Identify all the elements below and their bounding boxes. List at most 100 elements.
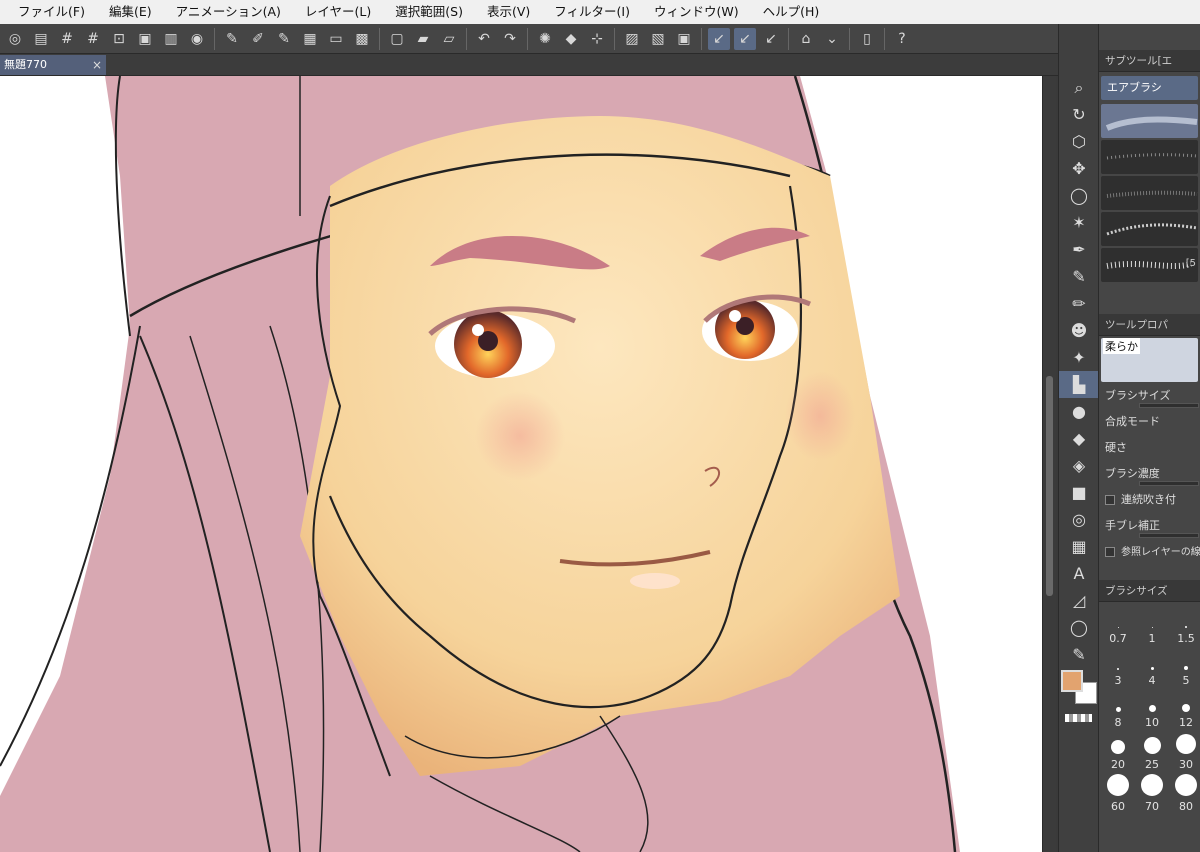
brush-size-option[interactable]: 70 (1135, 774, 1169, 816)
pen-tool-icon[interactable]: ✎ (1059, 263, 1099, 290)
brush-size-option[interactable]: 10 (1135, 690, 1169, 732)
brush-item[interactable] (1101, 140, 1198, 174)
brush-size-option[interactable]: 5 (1169, 648, 1200, 690)
brush-size-option[interactable]: 4 (1135, 648, 1169, 690)
pen-pressure-icon[interactable]: ✐ (247, 28, 269, 50)
brush-size-option[interactable]: 60 (1101, 774, 1135, 816)
brush-size-option[interactable]: 8 (1101, 690, 1135, 732)
brush-size-option[interactable]: 80 (1169, 774, 1200, 816)
brush-size-property[interactable]: ブラシサイズ (1099, 384, 1200, 410)
brush-size-option[interactable]: 25 (1135, 732, 1169, 774)
brush-size-option[interactable]: 1 (1135, 606, 1169, 648)
main-color[interactable] (1061, 670, 1083, 692)
rotate-icon[interactable]: ↻ (1059, 101, 1099, 128)
undo-icon[interactable]: ↶ (473, 28, 495, 50)
selection-outside-icon[interactable]: ▣ (673, 28, 695, 50)
eyedropper-icon[interactable]: ✒ (1059, 236, 1099, 263)
frame-border-icon[interactable]: ▦ (1059, 533, 1099, 560)
menu-view[interactable]: 表示(V) (475, 0, 542, 24)
lasso-icon[interactable]: ◯ (1059, 182, 1099, 209)
ruler-snap-icon[interactable]: ↙ (708, 27, 730, 50)
menu-filter[interactable]: フィルター(I) (542, 0, 642, 24)
hardness-property[interactable]: 硬さ (1099, 436, 1200, 462)
avatar-icon[interactable]: ☻ (1059, 317, 1099, 344)
document-tab[interactable]: 無題770 × (0, 55, 106, 75)
ruler-grid-icon[interactable]: # (82, 28, 104, 50)
speech-balloon-icon[interactable]: ◯ (1059, 614, 1099, 641)
brush-item[interactable] (1101, 104, 1198, 138)
figure-icon[interactable]: ◎ (1059, 506, 1099, 533)
brush-item[interactable]: [5 (1101, 248, 1198, 282)
close-icon[interactable]: × (92, 55, 102, 75)
continuous-spray-checkbox[interactable] (1105, 495, 1115, 505)
balloon-icon[interactable]: ◿ (1059, 587, 1099, 614)
menu-selection[interactable]: 選択範囲(S) (383, 0, 475, 24)
loading-icon[interactable]: ✺ (534, 28, 556, 50)
smartphone-icon[interactable]: ▯ (856, 28, 878, 50)
menu-edit[interactable]: 編集(E) (97, 0, 164, 24)
text-icon[interactable]: A (1059, 560, 1099, 587)
scrollbar-thumb[interactable] (1046, 376, 1053, 596)
layer-settings-icon[interactable]: ▦ (299, 28, 321, 50)
workspace-icon[interactable]: ⌂ (795, 28, 817, 50)
monitor-icon[interactable]: ▭ (325, 28, 347, 50)
fill-icon[interactable]: ◆ (560, 28, 582, 50)
clear-selection-icon[interactable]: ▨ (621, 28, 643, 50)
transform-icon[interactable]: ⊹ (586, 28, 608, 50)
chevron-down-icon[interactable]: ⌄ (821, 28, 843, 50)
menu-help[interactable]: ヘルプ(H) (751, 0, 832, 24)
brush-size-option[interactable]: 30 (1169, 732, 1200, 774)
zoom-icon[interactable]: ⌕ (1059, 74, 1099, 101)
brush-item[interactable] (1101, 212, 1198, 246)
stabilization-property[interactable]: 手ブレ補正 (1099, 514, 1200, 540)
brush-size-option[interactable]: 1.5 (1169, 606, 1200, 648)
blend-mode-property[interactable]: 合成モード (1099, 410, 1200, 436)
brush-size-option[interactable]: 0.7 (1101, 606, 1135, 648)
clip-studio-icon[interactable]: ◎ (4, 28, 26, 50)
menu-layer[interactable]: レイヤー(L) (293, 0, 383, 24)
invert-selection-icon[interactable]: ▧ (647, 28, 669, 50)
sub-tool-tab[interactable]: エアブラシ (1101, 76, 1198, 100)
brush-density-property[interactable]: ブラシ濃度 (1099, 462, 1200, 488)
reference-layer-checkbox[interactable] (1105, 547, 1115, 557)
correct-line-icon[interactable]: ✎ (1059, 641, 1099, 668)
magic-wand-icon[interactable]: ✶ (1059, 209, 1099, 236)
menu-file[interactable]: ファイル(F) (6, 0, 97, 24)
new-file-icon[interactable]: ▢ (386, 28, 408, 50)
stamp-icon[interactable]: ◉ (186, 28, 208, 50)
layer-copy-icon[interactable]: ▥ (160, 28, 182, 50)
brush-density-slider[interactable] (1139, 481, 1199, 486)
stabilization-slider[interactable] (1139, 533, 1199, 538)
frame-icon[interactable]: ▣ (134, 28, 156, 50)
save-icon[interactable]: ▱ (438, 28, 460, 50)
blend-icon[interactable]: ● (1059, 398, 1099, 425)
fill-bucket-icon[interactable]: ◈ (1059, 452, 1099, 479)
menu-animation[interactable]: アニメーション(A) (164, 0, 293, 24)
eraser-icon[interactable]: ◆ (1059, 425, 1099, 452)
grid-snap-icon[interactable]: ↙ (760, 28, 782, 50)
grid-icon[interactable]: # (56, 28, 78, 50)
brush-size-slider[interactable] (1139, 403, 1199, 408)
reference-layer-property[interactable]: 参照レイヤーの線 (1099, 540, 1200, 566)
menu-window[interactable]: ウィンドウ(W) (642, 0, 751, 24)
continuous-spray-property[interactable]: 連続吹き付 (1099, 488, 1200, 514)
brush-item[interactable] (1101, 176, 1198, 210)
brush-size-option[interactable]: 20 (1101, 732, 1135, 774)
pen-vector-icon[interactable]: ✎ (273, 28, 295, 50)
airbrush-icon[interactable]: ▙ (1059, 371, 1099, 398)
pencil-tool-icon[interactable]: ✏ (1059, 290, 1099, 317)
canvas[interactable] (0, 76, 1042, 852)
snap-icon[interactable]: ⊡ (108, 28, 130, 50)
transparent-color-swatch[interactable] (1065, 714, 1092, 722)
move-icon[interactable]: ✥ (1059, 155, 1099, 182)
open-folder-icon[interactable]: ▰ (412, 28, 434, 50)
brush-size-option[interactable]: 12 (1169, 690, 1200, 732)
pen-icon[interactable]: ✎ (221, 28, 243, 50)
canvas-scrollbar[interactable] (1042, 76, 1056, 852)
object-select-icon[interactable]: ⬡ (1059, 128, 1099, 155)
gradient-icon[interactable]: ■ (1059, 479, 1099, 506)
redo-icon[interactable]: ↷ (499, 28, 521, 50)
help-icon[interactable]: ? (891, 28, 913, 50)
print-icon[interactable]: ▤ (30, 28, 52, 50)
special-ruler-snap-icon[interactable]: ↙ (734, 27, 756, 50)
